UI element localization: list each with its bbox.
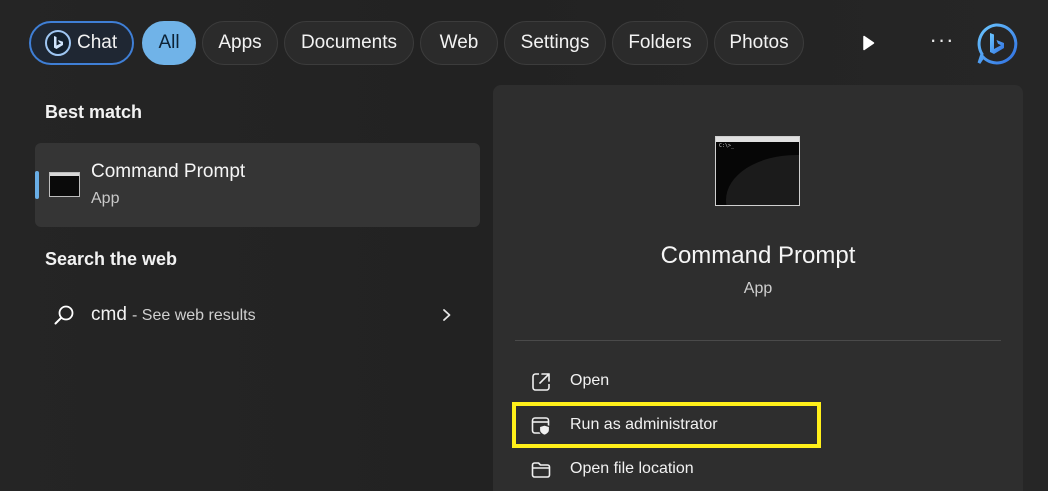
web-query: cmd	[91, 304, 127, 325]
window-titlebar	[716, 137, 799, 142]
filter-web[interactable]: Web	[420, 21, 498, 65]
best-match-result[interactable]: Command Prompt App	[35, 143, 480, 227]
console-prompt: C:\>_	[719, 143, 735, 149]
console-shading	[726, 155, 799, 205]
result-name: Command Prompt	[91, 161, 246, 182]
filter-settings[interactable]: Settings	[504, 21, 606, 65]
chat-pill[interactable]: Chat	[29, 21, 134, 65]
filter-photos[interactable]: Photos	[714, 21, 804, 65]
bing-chat-icon	[45, 30, 71, 56]
open-action[interactable]: Open	[515, 361, 815, 401]
filter-documents[interactable]: Documents	[284, 21, 414, 65]
command-prompt-preview-icon: C:\>_	[715, 136, 800, 206]
search-web-heading: Search the web	[45, 249, 178, 269]
bing-icon[interactable]	[974, 22, 1018, 66]
filter-folders[interactable]: Folders	[612, 21, 708, 65]
highlight-box	[512, 402, 821, 448]
preview-subtitle: App	[743, 280, 773, 297]
result-type: App	[91, 190, 120, 207]
chat-label: Chat	[77, 32, 118, 53]
search-icon	[53, 304, 75, 326]
folder-icon	[530, 459, 552, 481]
filter-apps[interactable]: Apps	[202, 21, 278, 65]
divider	[515, 340, 1001, 341]
selection-indicator	[35, 171, 39, 199]
preview-title: Command Prompt	[660, 242, 856, 269]
filter-all[interactable]: All	[142, 21, 196, 65]
web-hint: - See web results	[132, 307, 256, 324]
best-match-heading: Best match	[45, 102, 143, 122]
open-file-location-action[interactable]: Open file location	[515, 449, 815, 489]
search-filter-bar: Chat All Apps Documents Web Settings Fol…	[29, 20, 810, 66]
play-icon[interactable]	[858, 33, 878, 53]
web-search-result[interactable]: cmd - See web results	[35, 292, 480, 338]
open-external-icon	[530, 371, 552, 393]
command-prompt-icon	[49, 172, 80, 197]
chevron-right-icon[interactable]	[439, 305, 455, 325]
open-file-location-label: Open file location	[570, 460, 694, 477]
open-label: Open	[570, 372, 610, 389]
more-icon[interactable]: ···	[928, 29, 956, 54]
